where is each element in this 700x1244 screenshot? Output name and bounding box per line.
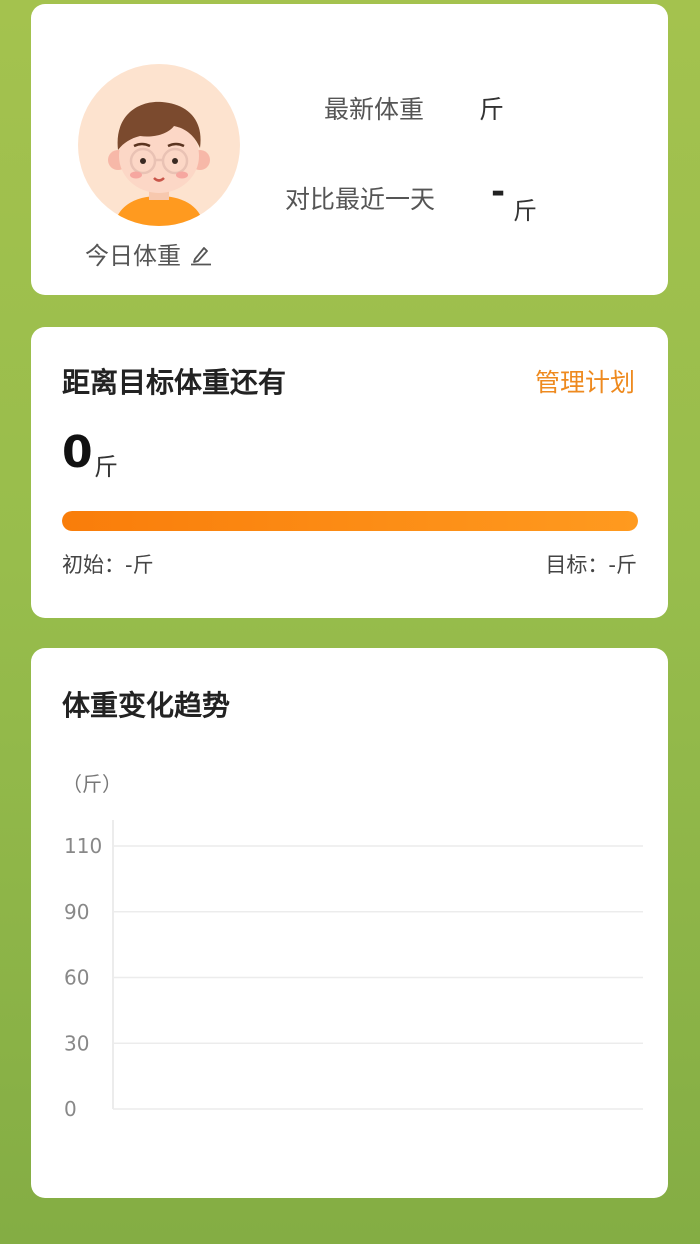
weight-trend-chart: 0 30 60 90 110 [64, 820, 643, 1121]
compare-label: 对比最近一天 [285, 185, 436, 214]
chart-y-tick-label: 60 [64, 966, 89, 990]
today-weight-label: 今日体重 [85, 242, 181, 270]
profile-card: 今日体重 最新体重 斤 对比最近一天 - 斤 [31, 4, 668, 295]
start-weight-label: 初始：-斤 [62, 553, 154, 577]
manage-plan-link[interactable]: 管理计划 [535, 363, 635, 399]
goal-title: 距离目标体重还有 [62, 366, 287, 399]
compare-value: - [491, 172, 506, 212]
goal-progress-bar [62, 511, 638, 531]
goal-card: 距离目标体重还有 管理计划 0 斤 初始：-斤 目标：-斤 [31, 327, 668, 618]
chart-y-tick-label: 0 [64, 1097, 77, 1121]
goal-remaining-unit: 斤 [94, 453, 118, 481]
chart-y-tick-label: 90 [64, 900, 89, 924]
avatar-illustration [108, 101, 210, 226]
latest-weight-label: 最新体重 [324, 95, 425, 124]
goal-progress-fill [62, 511, 638, 531]
today-weight-edit-button[interactable]: 今日体重 [85, 236, 213, 271]
trend-card: 体重变化趋势 （斤） 0 30 60 90 110 [31, 648, 668, 1198]
chart-y-tick-label: 30 [64, 1031, 89, 1055]
latest-weight-unit: 斤 [479, 95, 505, 124]
compare-unit: 斤 [513, 197, 537, 225]
avatar [78, 64, 240, 226]
goal-remaining-value: 0 [62, 427, 93, 478]
target-weight-label: 目标：-斤 [545, 553, 637, 577]
pencil-icon[interactable] [189, 242, 213, 266]
chart-y-tick-label: 110 [64, 834, 102, 858]
